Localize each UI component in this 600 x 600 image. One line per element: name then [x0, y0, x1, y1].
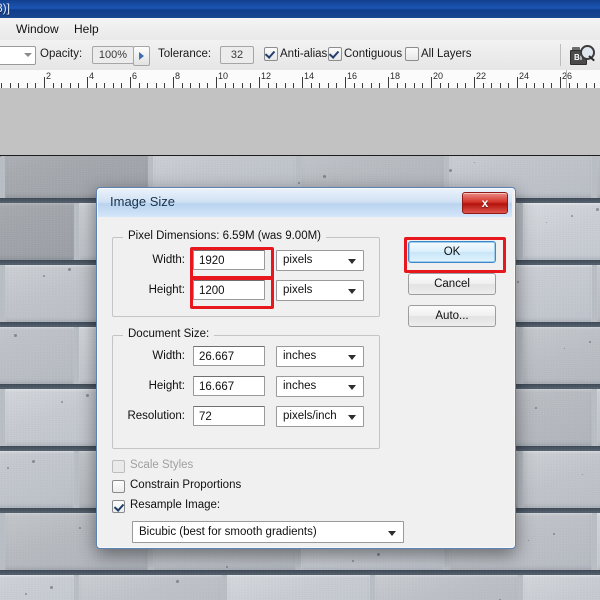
ruler-tick-major: [259, 77, 260, 88]
ruler-tick-label: 22: [476, 71, 487, 81]
chevron-down-icon: [24, 53, 32, 57]
pixel-height-unit-value: pixels: [283, 284, 313, 296]
document-height-input[interactable]: 16.667: [193, 376, 265, 396]
tool-options-bar: Opacity: 100% Tolerance: 32 Anti-alias C…: [0, 40, 600, 71]
ruler-tick-major: [216, 77, 217, 88]
dialog-title-bar: Image Size x: [98, 189, 512, 218]
ruler-tick-label: 20: [433, 71, 444, 81]
resolution-label: Resolution:: [127, 410, 185, 422]
constrain-proportions-label: Constrain Proportions: [130, 479, 242, 491]
pixel-height-input[interactable]: 1200: [193, 280, 265, 300]
ruler-tick-label: 2: [46, 71, 52, 81]
pixel-width-label: Width:: [152, 254, 185, 266]
ruler-tick-major: [87, 77, 88, 88]
document-width-unit-value: inches: [283, 350, 317, 362]
ruler-tick-major: [388, 77, 389, 88]
document-size-group: Document Size: Width: 26.667 inches Heig…: [112, 328, 380, 449]
pixel-height-label: Height:: [148, 284, 185, 296]
document-height-unit-dropdown[interactable]: inches: [276, 376, 364, 397]
ruler-tick-major: [431, 77, 432, 88]
chevron-down-icon: [388, 531, 396, 536]
chevron-down-icon: [348, 289, 356, 294]
menu-item-help[interactable]: Help: [68, 21, 105, 37]
auto-button[interactable]: Auto...: [408, 305, 496, 327]
scale-styles-checkbox: [112, 460, 125, 473]
ruler-tick-major: [474, 77, 475, 88]
ruler-tick-major: [345, 77, 346, 88]
close-icon[interactable]: x: [462, 192, 508, 214]
pixel-width-unit-dropdown[interactable]: pixels: [276, 250, 364, 271]
menu-item-window[interactable]: Window: [10, 21, 65, 37]
all-layers-label: All Layers: [421, 48, 472, 60]
anti-alias-checkbox[interactable]: [264, 47, 278, 61]
ruler-tick-major: [517, 77, 518, 88]
opacity-stepper[interactable]: [133, 46, 150, 66]
ruler-tick-label: 8: [175, 71, 181, 81]
document-size-legend: Document Size:: [123, 328, 215, 340]
ruler-tick-label: 16: [347, 71, 358, 81]
contiguous-label: Contiguous: [344, 48, 403, 60]
tolerance-label: Tolerance:: [158, 48, 212, 60]
ruler-tick-major: [130, 77, 131, 88]
horizontal-ruler[interactable]: 2 4 6 8 10 12 14 16 18 20 22 24 26: [0, 70, 600, 89]
ruler-divider: [566, 70, 567, 88]
opacity-field[interactable]: 100%: [92, 46, 134, 64]
dialog-body: Pixel Dimensions: 6.59M (was 9.00M) Widt…: [98, 217, 512, 545]
document-height-label: Height:: [148, 380, 185, 392]
resample-image-label: Resample Image:: [130, 499, 221, 511]
document-height-unit-value: inches: [283, 380, 317, 392]
pixel-height-unit-dropdown[interactable]: pixels: [276, 280, 364, 301]
ruler-tick-major: [44, 77, 45, 88]
ruler-tick-label: 18: [390, 71, 401, 81]
chevron-down-icon: [348, 355, 356, 360]
constrain-proportions-checkbox[interactable]: [112, 480, 125, 493]
pixel-dimensions-group: Pixel Dimensions: 6.59M (was 9.00M) Widt…: [112, 230, 380, 317]
ruler-tick-major: [302, 77, 303, 88]
contiguous-checkbox[interactable]: [328, 47, 342, 61]
ruler-tick-label: 10: [218, 71, 229, 81]
pixel-dimensions-legend: Pixel Dimensions: 6.59M (was 9.00M): [123, 230, 327, 242]
cancel-button[interactable]: Cancel: [408, 273, 496, 295]
resolution-unit-value: pixels/inch: [283, 410, 337, 422]
ruler-tick-label: 14: [304, 71, 315, 81]
resample-method-value: Bicubic (best for smooth gradients): [139, 526, 317, 538]
dialog-title: Image Size: [110, 194, 176, 209]
photoshop-window: 8/8)] Window Help Opacity: 100% Toleranc…: [0, 0, 600, 600]
anti-alias-label: Anti-alias: [280, 48, 328, 60]
blend-mode-dropdown[interactable]: [0, 46, 36, 65]
ruler-tick-major: [560, 77, 561, 88]
all-layers-checkbox[interactable]: [405, 47, 419, 61]
scale-styles-label: Scale Styles: [130, 459, 194, 471]
tolerance-field[interactable]: 32: [220, 46, 254, 64]
ruler-tick-label: 12: [261, 71, 272, 81]
resample-method-dropdown[interactable]: Bicubic (best for smooth gradients): [132, 521, 404, 543]
ruler-tick-label: 26: [562, 71, 573, 81]
resolution-input[interactable]: 72: [193, 406, 265, 426]
application-title-bar: 8/8)]: [0, 0, 600, 18]
opacity-label: Opacity:: [40, 48, 83, 60]
pixel-width-input[interactable]: 1920: [193, 250, 265, 270]
document-width-unit-dropdown[interactable]: inches: [276, 346, 364, 367]
chevron-down-icon: [348, 385, 356, 390]
canvas-work-area: [0, 88, 600, 156]
application-title: 8/8)]: [0, 1, 11, 15]
ruler-tick-label: 24: [519, 71, 530, 81]
chevron-down-icon: [348, 415, 356, 420]
chevron-down-icon: [348, 259, 356, 264]
menu-bar: Window Help: [0, 18, 600, 41]
ruler-tick-major: [173, 77, 174, 88]
image-size-dialog: Image Size x Pixel Dimensions: 6.59M (wa…: [96, 187, 516, 549]
adobe-bridge-icon[interactable]: Br: [570, 45, 595, 65]
resolution-unit-dropdown[interactable]: pixels/inch: [276, 406, 364, 427]
document-width-input[interactable]: 26.667: [193, 346, 265, 366]
resample-image-checkbox[interactable]: [112, 500, 125, 513]
toolbar-divider: [560, 44, 561, 66]
document-width-label: Width:: [152, 350, 185, 362]
ruler-tick-label: 4: [89, 71, 95, 81]
pixel-width-unit-value: pixels: [283, 254, 313, 266]
ruler-tick-label: 6: [132, 71, 138, 81]
ok-button[interactable]: OK: [408, 241, 496, 263]
